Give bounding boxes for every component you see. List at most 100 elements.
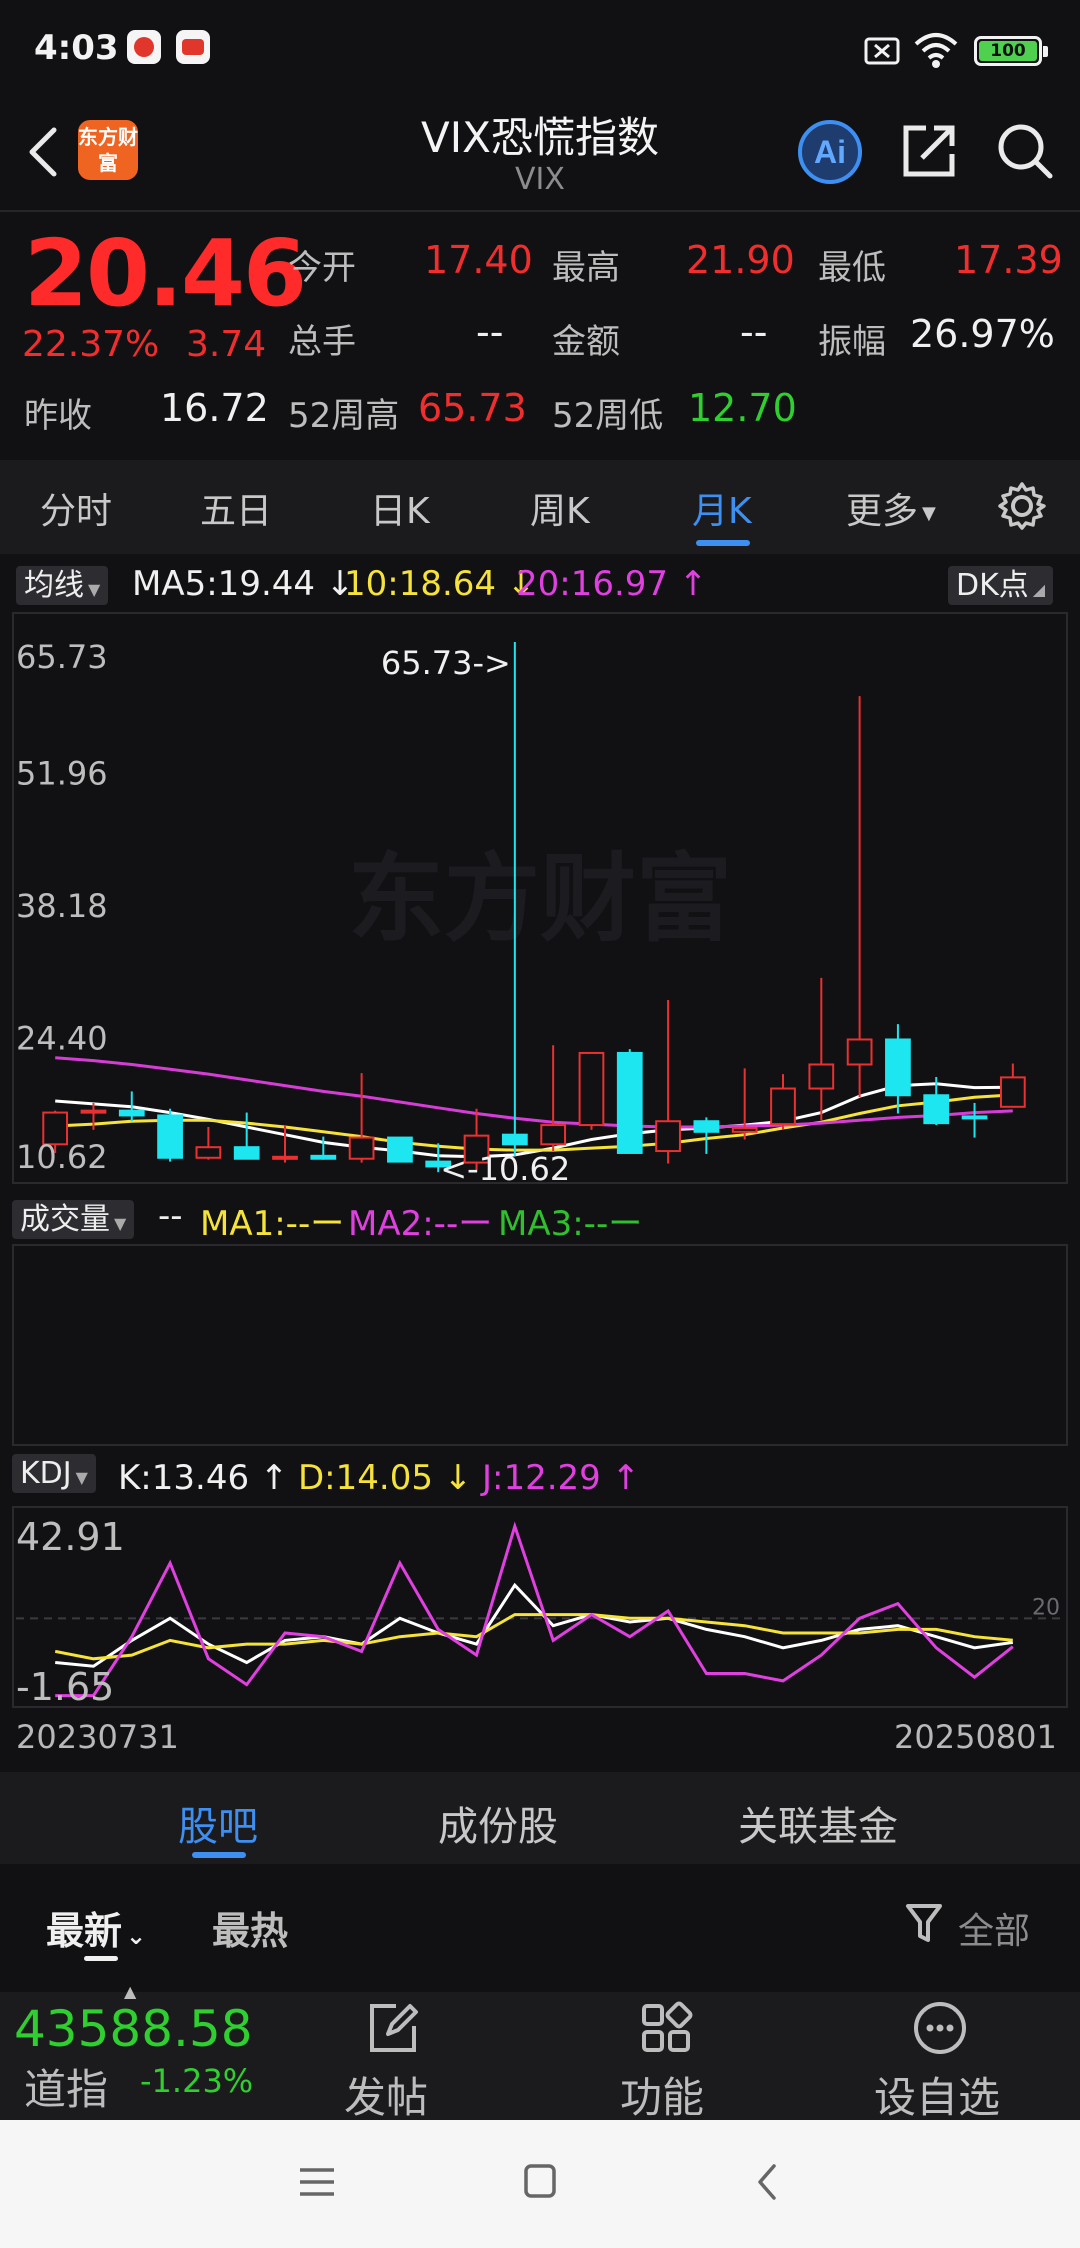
amplitude-label: 振幅 bbox=[818, 322, 886, 362]
tab-weekly-k[interactable]: 周K bbox=[530, 482, 590, 534]
search-icon[interactable] bbox=[994, 120, 1056, 182]
x-axis-start: 20230731 bbox=[16, 1718, 179, 1756]
wk52-high-value: 65.73 bbox=[418, 386, 527, 430]
candle-body bbox=[118, 1109, 145, 1117]
home-icon[interactable] bbox=[522, 2162, 558, 2200]
ma20-readout: 20:16.97 ↑ bbox=[516, 564, 708, 604]
expand-icon[interactable]: ▲ bbox=[124, 1982, 136, 2001]
tab-five-day[interactable]: 五日 bbox=[200, 482, 272, 534]
index-change: -1.23% bbox=[140, 2062, 254, 2100]
tab-forum[interactable]: 股吧 bbox=[178, 1794, 258, 1852]
candle bbox=[387, 1136, 413, 1163]
sort-indicator bbox=[84, 1956, 118, 1961]
volume-value: -- bbox=[476, 310, 504, 354]
y-tick-label: 10.62 bbox=[16, 1138, 108, 1176]
add-watchlist-button[interactable]: 设自选 bbox=[874, 2064, 1000, 2125]
kdj-selector[interactable]: KDJ ▼ bbox=[12, 1454, 96, 1493]
amount-value: -- bbox=[740, 310, 768, 354]
candle-body bbox=[770, 1087, 796, 1126]
news-notification-icon bbox=[176, 30, 210, 64]
filter-icon[interactable] bbox=[904, 1902, 944, 1946]
candle-body bbox=[540, 1124, 567, 1146]
functions-icon[interactable] bbox=[638, 2000, 694, 2056]
candle-body bbox=[501, 1133, 528, 1146]
candle-body bbox=[731, 1126, 758, 1133]
svg-text:Ai: Ai bbox=[814, 134, 846, 170]
low-value: 17.39 bbox=[954, 238, 1063, 282]
index-name[interactable]: 道指 bbox=[24, 2056, 108, 2117]
candle-body bbox=[348, 1136, 375, 1160]
bottom-dock: ▲ 43588.58 道指 -1.23% 发帖 功能 设自选 bbox=[0, 1982, 1080, 2122]
status-bar: 4:03 100 bbox=[0, 0, 1080, 100]
more-icon[interactable] bbox=[912, 2000, 968, 2056]
candle bbox=[157, 1108, 183, 1162]
vol-ma3-readout: MA3:--ー bbox=[498, 1204, 643, 1244]
quote-panel: 20.46 22.37% 3.74 昨收 16.72 今开 17.40 最高 2… bbox=[0, 210, 1080, 460]
index-value[interactable]: 43588.58 bbox=[14, 2000, 253, 2058]
candle-body bbox=[272, 1155, 298, 1160]
tab-intraday[interactable]: 分时 bbox=[40, 482, 112, 534]
candle-body bbox=[616, 1051, 643, 1154]
min-annotation: <-10.62 bbox=[440, 1150, 570, 1184]
share-icon[interactable] bbox=[898, 120, 960, 182]
ma10-readout: 10:18.64 ↓ bbox=[344, 564, 536, 604]
active-tab-indicator bbox=[696, 540, 750, 546]
kdj-min-label: -1.65 bbox=[16, 1665, 114, 1708]
tab-daily-k[interactable]: 日K bbox=[370, 482, 430, 534]
tab-monthly-k[interactable]: 月K bbox=[692, 482, 752, 534]
menu-icon[interactable] bbox=[298, 2164, 336, 2200]
sort-hottest[interactable]: 最热 bbox=[212, 1900, 288, 1955]
candle-body bbox=[961, 1115, 988, 1120]
ai-assistant-icon[interactable]: Ai bbox=[796, 118, 864, 186]
filter-all[interactable]: 全部 bbox=[958, 1902, 1030, 1954]
volume-label: 总手 bbox=[288, 322, 356, 362]
compose-icon[interactable] bbox=[364, 2000, 420, 2056]
candle-body bbox=[655, 1120, 681, 1153]
candle-body bbox=[195, 1146, 222, 1159]
y-tick-label: 24.40 bbox=[16, 1019, 108, 1057]
functions-button[interactable]: 功能 bbox=[620, 2064, 704, 2125]
system-nav-bar bbox=[0, 2120, 1080, 2248]
header: 东方财富 VIX恐慌指数 VIX Ai bbox=[0, 100, 1080, 210]
wifi-icon bbox=[914, 33, 958, 68]
active-section-indicator bbox=[192, 1852, 246, 1858]
section-tabs: 股吧 成份股 关联基金 bbox=[0, 1772, 1080, 1864]
candle bbox=[578, 1051, 605, 1130]
kdj-chart[interactable]: 42.91 -1.65 20 bbox=[12, 1506, 1068, 1708]
candle-body bbox=[578, 1051, 605, 1127]
tab-constituents[interactable]: 成份股 bbox=[438, 1794, 558, 1852]
ma-selector[interactable]: 均线 ▼ bbox=[16, 560, 109, 605]
dk-point-toggle[interactable]: DK点 ◢ bbox=[948, 560, 1054, 605]
x-axis-end: 20250801 bbox=[894, 1718, 1057, 1756]
kdj-j-readout: J:12.29 ↑ bbox=[482, 1458, 641, 1498]
post-filters: 最新 ⌄ 最热 全部 bbox=[0, 1866, 1080, 1992]
prev-close-label: 昨收 bbox=[24, 396, 92, 436]
kdj-max-label: 42.91 bbox=[16, 1515, 125, 1559]
wk52-low-label: 52周低 bbox=[552, 396, 664, 436]
high-label: 最高 bbox=[552, 248, 620, 288]
vol-ma2-readout: MA2:--ー bbox=[348, 1204, 493, 1244]
candle-body bbox=[999, 1076, 1026, 1108]
low-label: 最低 bbox=[818, 248, 886, 288]
candle-body bbox=[387, 1136, 413, 1163]
post-button[interactable]: 发帖 bbox=[344, 2064, 428, 2125]
caret-down-icon: ▼ bbox=[922, 502, 936, 524]
max-annotation: 65.73-> bbox=[381, 644, 511, 682]
nav-back-icon[interactable] bbox=[752, 2162, 782, 2202]
chart-watermark: 东方财富 bbox=[348, 843, 732, 955]
sort-latest[interactable]: 最新 ⌄ bbox=[46, 1900, 146, 1955]
kdj-d-readout: D:14.05 ↓ bbox=[298, 1458, 473, 1498]
candlestick-chart[interactable]: 东方财富 65.73 51.96 38.18 24.40 10.62 65.73-> <-1… bbox=[12, 612, 1068, 1184]
volume-indicator-selector[interactable]: 成交量 ▼ bbox=[12, 1194, 135, 1239]
volume-chart[interactable] bbox=[12, 1244, 1068, 1446]
wk52-high-label: 52周高 bbox=[288, 396, 400, 436]
y-tick-label: 38.18 bbox=[16, 887, 108, 925]
tab-related-funds[interactable]: 关联基金 bbox=[738, 1794, 898, 1852]
settings-icon[interactable] bbox=[996, 480, 1048, 532]
status-time: 4:03 bbox=[34, 28, 119, 68]
candle bbox=[616, 1049, 643, 1154]
candle-body bbox=[80, 1109, 107, 1114]
tab-more[interactable]: 更多 ▼ bbox=[846, 482, 936, 534]
change-value: 3.74 bbox=[186, 324, 267, 365]
amplitude-value: 26.97% bbox=[910, 312, 1055, 356]
